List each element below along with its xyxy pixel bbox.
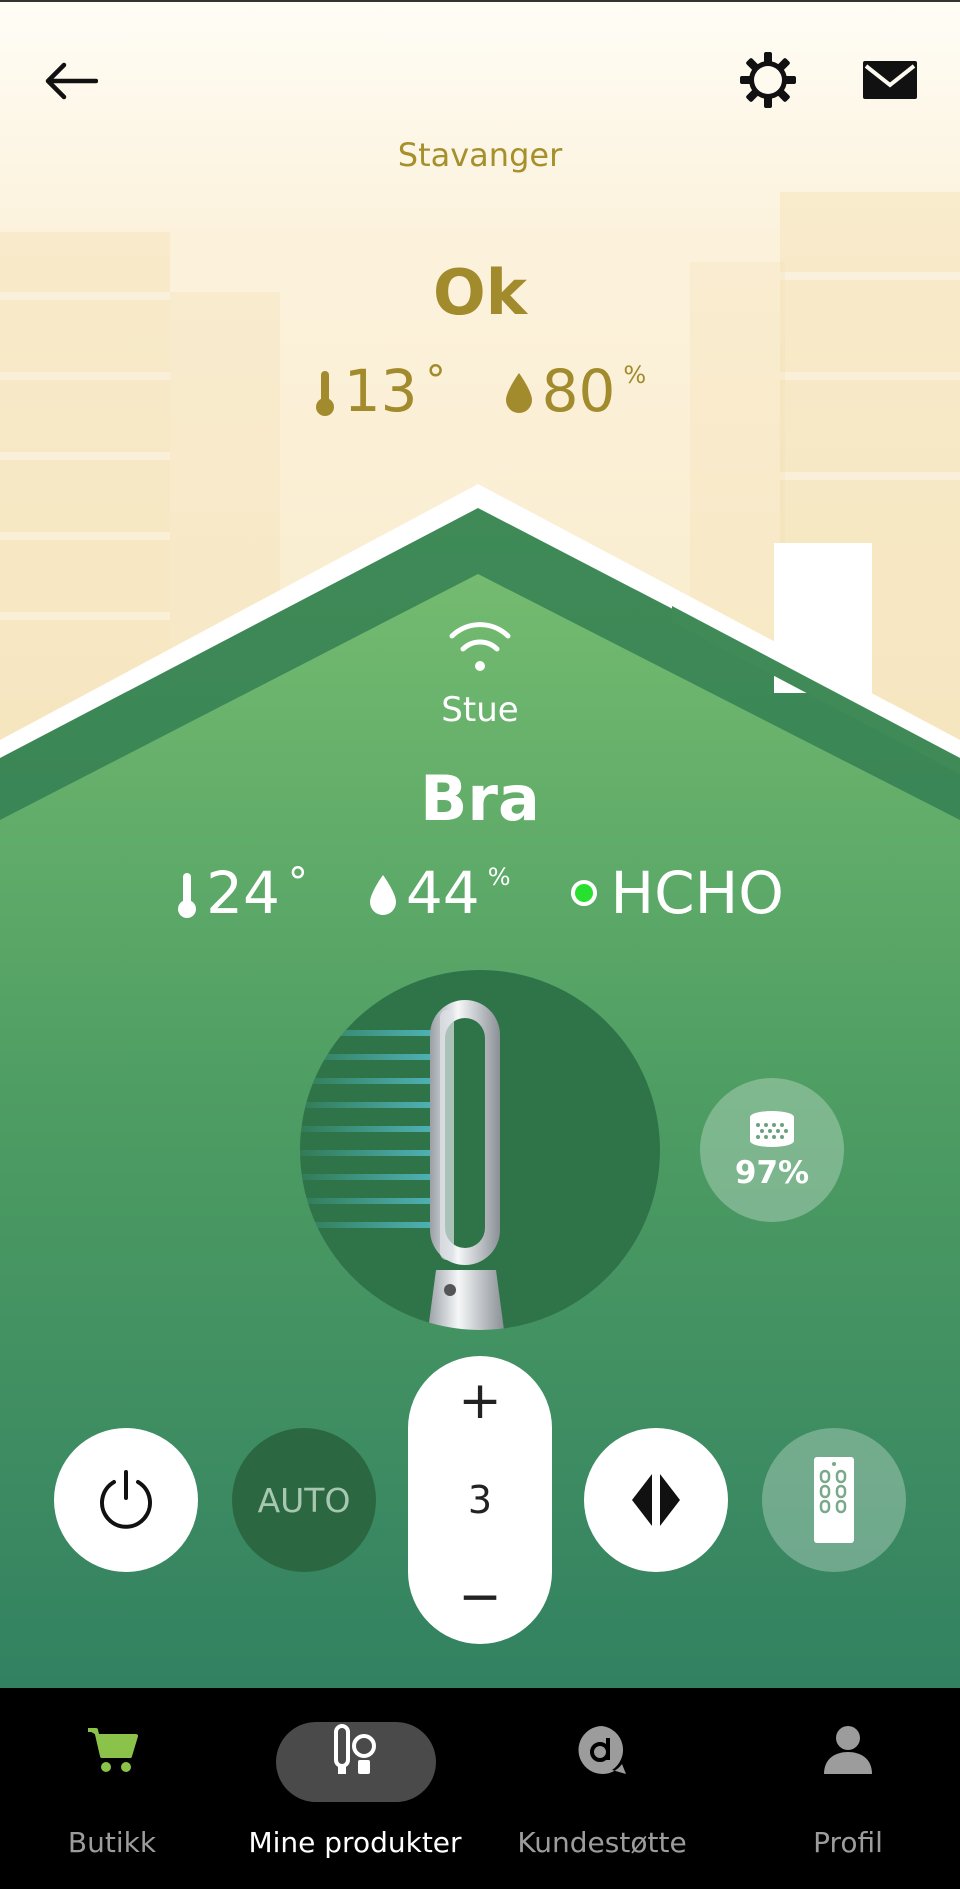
indoor-temperature-unit: ° [287, 860, 308, 906]
speed-increase-button[interactable]: + [408, 1356, 552, 1446]
droplet-icon [369, 875, 396, 915]
filter-icon [750, 1111, 794, 1147]
hcho-label: HCHO [610, 859, 784, 927]
oscillation-button[interactable] [584, 1428, 728, 1572]
nav-item-shop[interactable]: Butikk [40, 1688, 184, 1889]
fan-speed-value: 3 [467, 1478, 493, 1522]
profile-icon [822, 1724, 874, 1776]
my-products-icon [332, 1724, 378, 1776]
air-purifier-fan-image [300, 1000, 504, 1330]
nav-item-profile[interactable]: Profil [784, 1688, 912, 1889]
cart-icon [86, 1724, 138, 1774]
oscillation-icon [632, 1474, 680, 1526]
fan-device-image [300, 970, 660, 1330]
roof-overlay [672, 590, 960, 774]
room-name: Stue [441, 690, 519, 730]
power-button[interactable] [54, 1428, 198, 1572]
filter-status-button[interactable]: 97% [700, 1078, 844, 1222]
hcho-status-dot [570, 880, 597, 906]
auto-mode-button[interactable]: AUTO [232, 1428, 376, 1572]
indoor-temperature: 24 ° [176, 863, 308, 923]
remote-control-button[interactable] [762, 1428, 906, 1572]
nav-label-support: Kundestøtte [517, 1826, 687, 1859]
support-icon [576, 1724, 628, 1776]
auto-mode-label: AUTO [257, 1480, 351, 1520]
nav-label-profile: Profil [813, 1826, 883, 1859]
indoor-humidity-value: 44 [405, 859, 480, 927]
indoor-air-quality-status: Bra [420, 762, 540, 835]
remote-control-icon [814, 1457, 854, 1543]
nav-item-my-products[interactable]: Mine produkter [230, 1688, 480, 1889]
indoor-temperature-value: 24 [206, 859, 280, 927]
hcho-indicator: HCHO [570, 859, 784, 927]
indoor-humidity-unit: % [487, 863, 511, 891]
speed-decrease-button[interactable]: − [408, 1552, 552, 1642]
wifi-icon [449, 622, 511, 671]
nav-label-shop: Butikk [67, 1826, 157, 1859]
indoor-humidity: 44 % [368, 863, 511, 923]
filter-life-percentage: 97% [734, 1155, 810, 1191]
nav-item-support[interactable]: Kundestøtte [510, 1688, 694, 1889]
thermometer-icon [178, 873, 197, 918]
indoor-readings: 24 ° 44 % HCHO [0, 858, 960, 928]
fan-speed-control: + 3 − [408, 1356, 552, 1644]
power-icon [100, 1470, 152, 1529]
nav-label-my-products: Mine produkter [248, 1826, 462, 1859]
bottom-navigation: Butikk Mine produkter Kundestøtte Profil [0, 1688, 960, 1889]
